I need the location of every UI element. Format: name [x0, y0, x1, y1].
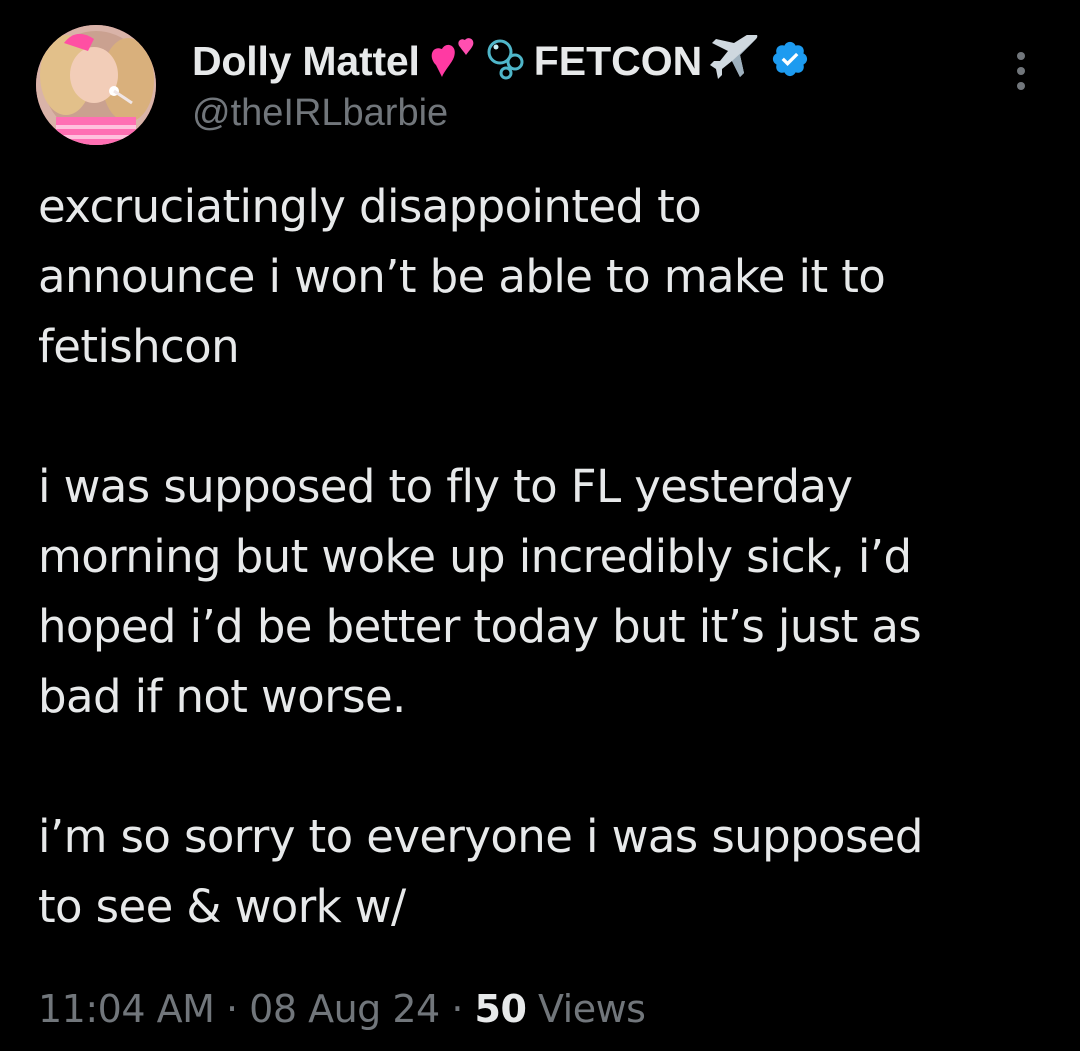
meta-separator: ·	[225, 987, 238, 1031]
meta-separator: ·	[451, 987, 463, 1031]
tweet-date[interactable]: 08 Aug 24	[249, 987, 440, 1031]
avatar[interactable]	[36, 25, 156, 145]
tweet-header: Dolly Mattel FETCON @theIRLbarbie	[192, 31, 810, 142]
bubbles-icon	[486, 37, 526, 86]
more-dot	[1017, 52, 1025, 60]
author-display-name[interactable]: Dolly Mattel	[192, 38, 420, 85]
tweet-line: fetishcon	[38, 320, 240, 373]
more-vertical-icon[interactable]	[1008, 52, 1034, 96]
tweet-line: i was supposed to fly to FL yesterday	[38, 460, 853, 513]
tweet-line: to see & work w/	[38, 880, 406, 933]
tweet-line: announce i won’t be able to make it to	[38, 250, 886, 303]
tweet-line: hoped i’d be better today but it’s just …	[38, 600, 922, 653]
tweet-paragraph: i’m so sorry to everyone i was supposed …	[38, 802, 1048, 942]
author-name-row[interactable]: Dolly Mattel FETCON	[192, 31, 810, 90]
two-hearts-icon	[428, 37, 478, 86]
tweet: Dolly Mattel FETCON @theIRLbarbie excruc…	[0, 0, 1080, 1051]
author-name-suffix[interactable]: FETCON	[534, 38, 703, 85]
tweet-paragraph: excruciatingly disappointed to announce …	[38, 172, 1048, 382]
tweet-meta: 11:04 AM · 08 Aug 24 · 50 Views	[38, 982, 646, 1036]
tweet-line: excruciatingly disappointed to	[38, 180, 702, 233]
more-dot	[1017, 82, 1025, 90]
tweet-line: bad if not worse.	[38, 670, 406, 723]
tweet-time[interactable]: 11:04 AM	[38, 987, 215, 1031]
views-count[interactable]: 50	[475, 987, 527, 1031]
tweet-text: excruciatingly disappointed to announce …	[38, 172, 1048, 942]
avatar-image	[36, 25, 156, 145]
author-handle[interactable]: @theIRLbarbie	[192, 92, 810, 135]
airplane-icon	[710, 31, 762, 88]
tweet-paragraph: i was supposed to fly to FL yesterday mo…	[38, 452, 1048, 732]
views-label[interactable]: Views	[538, 987, 646, 1031]
tweet-line: morning but woke up incredibly sick, i’d	[38, 530, 912, 583]
tweet-line: i’m so sorry to everyone i was supposed	[38, 810, 923, 863]
verified-badge-icon[interactable]	[770, 39, 810, 84]
more-dot	[1017, 67, 1025, 75]
